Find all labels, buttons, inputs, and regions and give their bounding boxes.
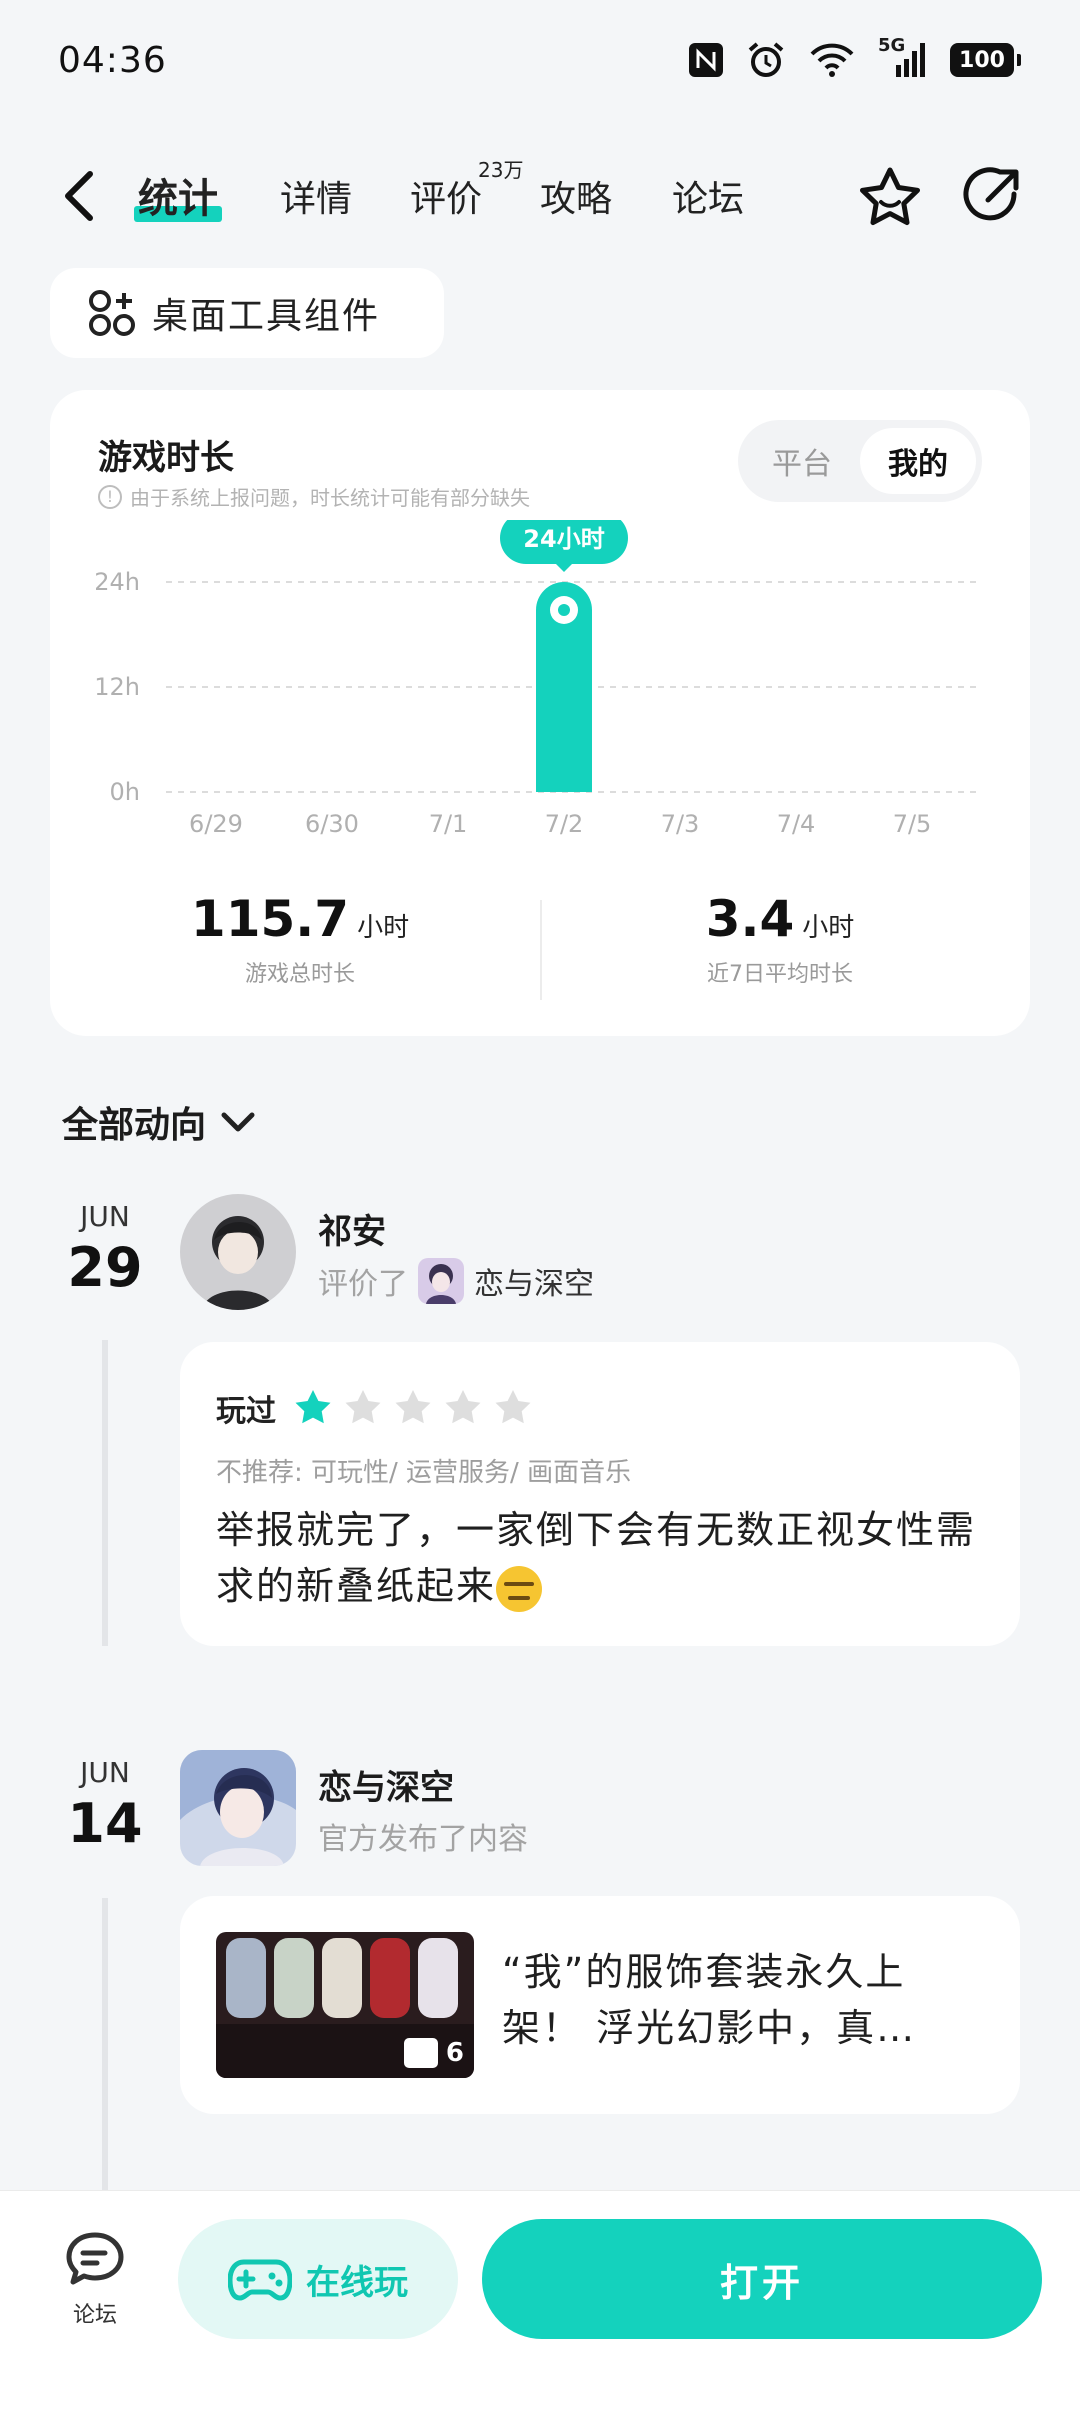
total-playtime-value: 115.7 xyxy=(190,890,350,948)
y-tick-label: 12h xyxy=(94,673,140,701)
post-thumbnail[interactable]: 6 xyxy=(216,1932,474,2078)
y-tick-label: 24h xyxy=(94,568,140,596)
signal-icon: 5G xyxy=(878,35,928,79)
x-tick-label: 7/4 xyxy=(777,810,816,838)
y-tick-label: 0h xyxy=(110,778,140,806)
average-playtime: 3.4 小时 近7日平均时长 xyxy=(570,890,990,988)
rating-row: 玩过 xyxy=(216,1386,534,1430)
feed-item-action: 官方发布了内容 xyxy=(318,1814,528,1858)
x-tick-label: 7/2 xyxy=(545,810,584,838)
played-label: 玩过 xyxy=(216,1394,276,1429)
timeline-line xyxy=(102,1340,108,1646)
toggle-platform[interactable]: 平台 xyxy=(744,428,860,494)
tab-details[interactable]: 详情 xyxy=(280,170,352,222)
scope-toggle: 平台 我的 xyxy=(738,420,982,502)
feed-item-day: 29 xyxy=(67,1236,143,1299)
average-playtime-unit: 小时 xyxy=(802,913,855,943)
avatar[interactable] xyxy=(180,1750,296,1866)
forum-button[interactable]: 论坛 xyxy=(60,2231,130,2329)
x-tick-label: 6/30 xyxy=(305,810,359,838)
feed-item-action-text: 官方发布了内容 xyxy=(318,1822,528,1857)
info-icon: ! xyxy=(98,484,122,509)
bottom-action-bar: 论坛 在线玩 打开 xyxy=(0,2190,1080,2415)
total-playtime: 115.7 小时 游戏总时长 xyxy=(90,890,510,988)
star-filled-icon xyxy=(295,1390,331,1424)
wifi-icon xyxy=(810,43,854,77)
play-online-label: 在线玩 xyxy=(306,2262,408,2303)
tab-forum[interactable]: 论坛 xyxy=(672,170,744,222)
forum-label: 论坛 xyxy=(72,2303,117,2328)
playtime-card: 游戏时长 ! 由于系统上报问题，时长统计可能有部分缺失 平台 我的 24h 12h… xyxy=(50,390,1030,1036)
feed-item-user[interactable]: 恋与深空 xyxy=(318,1760,454,1809)
total-playtime-caption: 游戏总时长 xyxy=(244,962,355,987)
playtime-title: 游戏时长 xyxy=(98,438,234,478)
status-bar: 04:36 5G 100 xyxy=(0,0,1080,130)
nfc-icon xyxy=(689,43,723,77)
feed-item-action: 评价了 恋与深空 xyxy=(318,1258,594,1304)
review-text: 举报就完了，一家倒下会有无数正视女性需求的新叠纸起来 xyxy=(216,1502,976,1614)
desktop-widget-button[interactable]: 桌面工具组件 xyxy=(50,268,444,358)
review-tags: 不推荐: 可玩性/ 运营服务/ 画面音乐 xyxy=(216,1458,632,1488)
playtime-note: ! 由于系统上报问题，时长统计可能有部分缺失 xyxy=(98,482,530,511)
stats-divider xyxy=(540,900,542,1000)
share-icon[interactable] xyxy=(958,164,1024,230)
grid-widget-icon xyxy=(89,290,135,336)
feed-filter[interactable]: 全部动向 xyxy=(62,1096,258,1148)
star-empty-icon xyxy=(495,1390,531,1424)
alarm-icon xyxy=(748,42,784,77)
bar-tooltip-pointer xyxy=(554,562,574,572)
gallery-icon xyxy=(403,2038,438,2068)
total-playtime-unit: 小时 xyxy=(357,913,410,943)
average-playtime-value: 3.4 xyxy=(705,890,795,948)
rating-stars xyxy=(292,1387,534,1429)
game-icon xyxy=(418,1258,464,1304)
status-icons: 5G 100 xyxy=(688,35,1021,80)
toggle-mine[interactable]: 我的 xyxy=(860,428,976,494)
status-time: 04:36 xyxy=(58,40,167,81)
post-text: “我”的服饰套装永久上架！ 浮光幻影中，真… xyxy=(502,1950,917,2050)
chat-bubble-icon xyxy=(66,2232,124,2285)
open-game-label: 打开 xyxy=(719,2260,804,2305)
feed-item-month: JUN xyxy=(80,1200,130,1233)
image-count: 6 xyxy=(403,2038,464,2068)
open-game-button[interactable]: 打开 xyxy=(482,2219,1042,2339)
playtime-note-text: 由于系统上报问题，时长统计可能有部分缺失 xyxy=(130,486,530,510)
x-tick-label: 7/3 xyxy=(661,810,700,838)
gamepad-icon xyxy=(228,2259,292,2301)
feed-item-user[interactable]: 祁安 xyxy=(318,1204,386,1253)
feed-item-day: 14 xyxy=(67,1792,143,1855)
expressionless-emoji-icon xyxy=(496,1565,543,1612)
feed-filter-label: 全部动向 xyxy=(62,1105,207,1146)
bar-marker-dot xyxy=(558,604,570,616)
review-body: 举报就完了，一家倒下会有无数正视女性需求的新叠纸起来 xyxy=(216,1508,977,1608)
review-card[interactable]: 玩过 不推荐: 可玩性/ 运营服务/ 画面音乐 举报就完了，一家倒下会有无数正视… xyxy=(180,1342,1020,1646)
avatar[interactable] xyxy=(180,1194,296,1310)
average-playtime-caption: 近7日平均时长 xyxy=(707,962,853,987)
reviews-count-badge: 23万 xyxy=(478,158,524,182)
bar-tooltip-label: 24小时 xyxy=(523,525,604,553)
tab-stats[interactable]: 统计 xyxy=(134,166,222,224)
official-post-card[interactable]: 6 “我”的服饰套装永久上架！ 浮光幻影中，真… xyxy=(180,1896,1020,2114)
feed-item-game[interactable]: 恋与深空 xyxy=(474,1259,594,1303)
favorite-star-icon[interactable] xyxy=(856,164,924,232)
x-tick-label: 7/5 xyxy=(893,810,932,838)
timeline-line xyxy=(102,1898,108,2190)
star-empty-icon xyxy=(395,1390,431,1424)
feed-item-month: JUN xyxy=(80,1756,130,1789)
image-count-value: 6 xyxy=(445,2038,464,2068)
top-nav: 统计 详情 评价 23万 攻略 论坛 xyxy=(0,150,1080,240)
star-empty-icon xyxy=(345,1390,381,1424)
star-empty-icon xyxy=(445,1390,481,1424)
widget-button-label: 桌面工具组件 xyxy=(152,296,381,337)
play-online-button[interactable]: 在线玩 xyxy=(178,2219,458,2339)
x-tick-label: 6/29 xyxy=(189,810,243,838)
tab-guides[interactable]: 攻略 xyxy=(540,170,612,222)
feed-item-action-text: 评价了 xyxy=(318,1267,408,1302)
back-arrow-icon[interactable] xyxy=(56,168,104,224)
tab-reviews[interactable]: 评价 xyxy=(410,170,482,222)
chevron-down-icon xyxy=(221,1112,255,1132)
battery-indicator: 100 xyxy=(950,43,1021,77)
playtime-chart: 24h 12h 0h 6/29 6/30 7/1 24小时 7/2 7/3 7/4 7/5 xyxy=(94,520,978,838)
x-tick-label: 7/1 xyxy=(429,810,468,838)
